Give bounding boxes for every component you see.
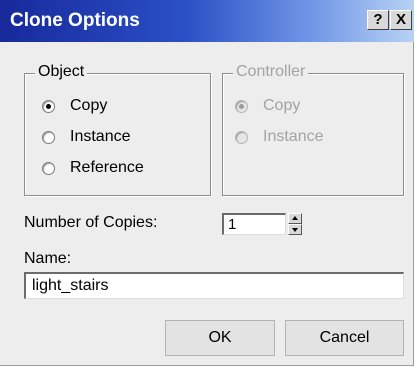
arrow-up-icon [292,216,298,220]
controller-group: Controller Copy Instance [222,63,404,196]
controller-instance-radio [235,130,248,144]
spinner-down-button[interactable] [288,224,302,235]
arrow-down-icon [292,228,298,232]
object-reference-radio[interactable] [42,161,55,175]
name-input[interactable]: light_stairs [24,272,404,299]
radio-selected-dot [239,103,244,109]
controller-copy-label: Copy [263,97,301,114]
object-instance-option[interactable]: Instance [42,126,130,148]
object-copy-radio[interactable] [42,99,55,113]
dialog-title: Clone Options [10,10,140,31]
controller-copy-radio [235,99,248,113]
controller-copy-option: Copy [235,95,300,117]
ok-button[interactable]: OK [165,320,275,356]
spinner-up-button[interactable] [288,213,302,224]
name-label: Name: [24,250,72,267]
controller-group-legend: Controller [233,63,309,81]
controller-instance-option: Instance [235,126,323,148]
object-reference-label: Reference [70,159,144,176]
close-button[interactable]: X [390,10,412,30]
cancel-button[interactable]: Cancel [285,320,404,356]
object-copy-label: Copy [70,97,108,114]
copies-label: Number of Copies: [24,214,158,231]
help-button[interactable]: ? [367,10,389,30]
object-instance-label: Instance [70,128,131,145]
title-bar[interactable]: Clone Options ? X [0,0,414,42]
object-copy-option[interactable]: Copy [42,95,107,117]
object-group-legend: Object [35,63,88,81]
copies-spinner[interactable] [288,213,302,235]
radio-selected-dot [46,103,51,109]
copies-input[interactable]: 1 [222,213,286,235]
controller-instance-label: Instance [263,128,324,145]
clone-options-dialog: Clone Options ? X Object Copy Instance R… [0,0,414,366]
object-reference-option[interactable]: Reference [42,157,144,179]
object-group: Object Copy Instance Reference [24,63,211,196]
object-instance-radio[interactable] [42,130,55,144]
